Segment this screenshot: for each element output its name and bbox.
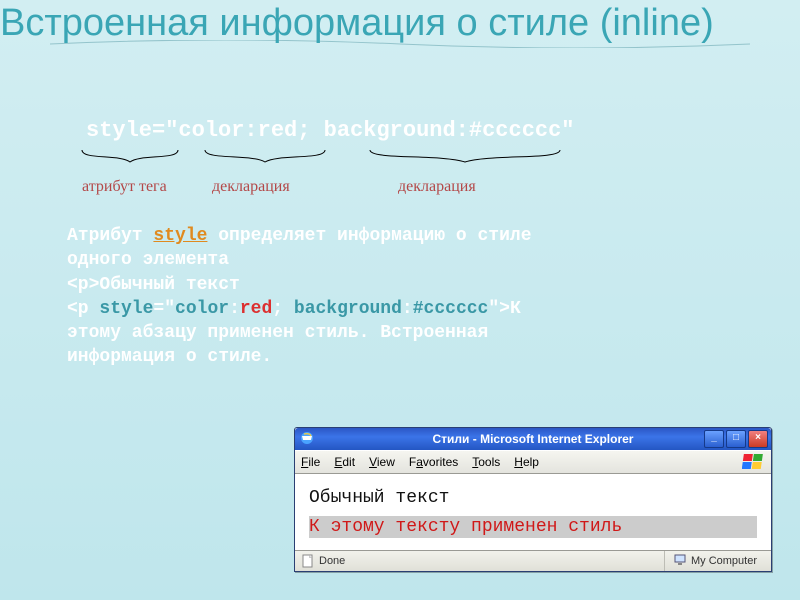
windows-logo-icon [742, 453, 767, 471]
rendered-p-plain: Обычный текст [309, 488, 757, 508]
browser-window-ie: Стили - Microsoft Internet Explorer _ □ … [294, 427, 772, 572]
ie-page-content: Обычный текст К этому тексту применен ст… [295, 474, 771, 550]
line-1: Атрибут style определяет информацию о ст… [67, 224, 687, 248]
tok-decl-1: color:red; [178, 118, 310, 143]
tok-bg-value: #cccccc [413, 299, 489, 319]
minimize-button[interactable]: _ [704, 430, 724, 448]
tok-decl-2: background:#cccccc [324, 118, 562, 143]
menu-tools[interactable]: Tools [472, 455, 500, 469]
menu-edit[interactable]: Edit [334, 455, 355, 469]
menu-file[interactable]: File [301, 455, 320, 469]
slide-title: Встроенная информация о стиле (inline) [0, 4, 714, 44]
ie-window-title: Стили - Microsoft Internet Explorer [433, 432, 634, 446]
status-done-text: Done [319, 555, 345, 567]
line-3: <p>Обычный текст [67, 273, 687, 297]
ie-status-bar: Done My Computer [295, 550, 771, 571]
tok-background-key: background [294, 299, 402, 319]
menu-view[interactable]: View [369, 455, 395, 469]
ie-logo-icon [299, 430, 315, 446]
menu-favorites[interactable]: Favorites [409, 455, 458, 469]
explanation-code-block: Атрибут style определяет информацию о ст… [67, 224, 687, 370]
close-button[interactable]: × [748, 430, 768, 448]
curly-brace-annotations [70, 148, 630, 174]
ie-menu-bar: File Edit View Favorites Tools Help [295, 450, 771, 474]
label-declaration-1: декларация [212, 178, 290, 196]
status-zone: My Computer [664, 551, 765, 571]
code-style-attribute-line: style="color:red; background:#cccccc" [86, 118, 575, 143]
zone-label: My Computer [691, 555, 757, 567]
slide: Встроенная информация о стиле (inline) s… [0, 0, 800, 600]
tok-style-underline: style [153, 226, 207, 246]
maximize-button[interactable]: □ [726, 430, 746, 448]
tok-style-attr: style [99, 299, 153, 319]
menu-help[interactable]: Help [514, 455, 539, 469]
ie-title-bar: Стили - Microsoft Internet Explorer _ □ … [295, 428, 771, 450]
label-declaration-2: декларация [398, 178, 476, 196]
line-5: этому абзацу применен стиль. Встроенная [67, 321, 687, 345]
computer-icon [673, 553, 687, 570]
rendered-p-styled: К этому тексту применен стиль [309, 516, 757, 538]
tok-red-value: red [240, 299, 272, 319]
page-icon [301, 554, 315, 568]
tok-color-key: color [175, 299, 229, 319]
line-6: информация о стиле. [67, 345, 687, 369]
tok-style: style [86, 118, 152, 143]
label-attribute: атрибут тега [82, 178, 167, 196]
line-4: <p style="color:red; background:#cccccc"… [67, 297, 687, 321]
window-controls: _ □ × [704, 430, 768, 448]
line-2: одного элемента [67, 248, 687, 272]
